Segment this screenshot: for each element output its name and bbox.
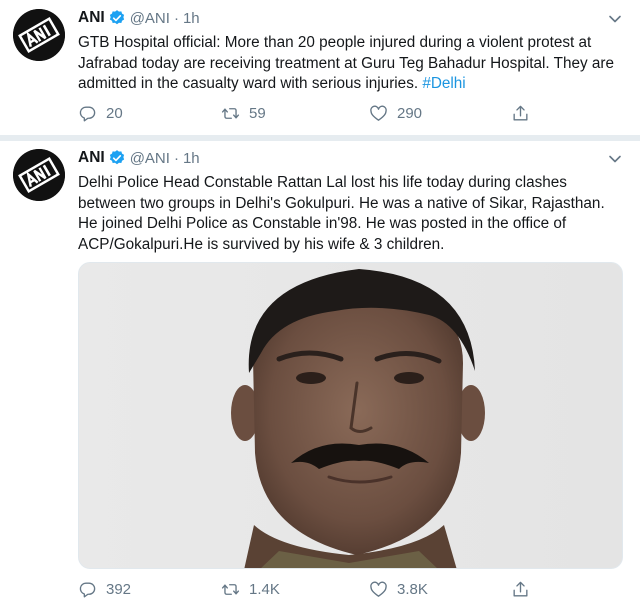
retweet-icon (221, 584, 240, 595)
separator-dot: · (173, 149, 179, 167)
avatar[interactable] (13, 9, 65, 61)
retweet-icon (221, 108, 240, 119)
like-button[interactable]: 290 (369, 104, 422, 123)
separator-dot: · (173, 9, 179, 27)
ani-logo-icon (13, 9, 65, 61)
tweet[interactable]: ANI @ANI · 1h GTB Hospital official: Mor… (0, 0, 640, 135)
verified-badge-icon (109, 150, 124, 165)
tweet-text: Delhi Police Head Constable Rattan Lal l… (78, 174, 605, 253)
chevron-down-icon[interactable] (608, 152, 622, 166)
chevron-down-icon[interactable] (608, 12, 622, 26)
retweet-button[interactable]: 1.4K (221, 580, 280, 599)
ani-logo-icon (13, 149, 65, 201)
share-icon (513, 581, 528, 597)
timestamp[interactable]: 1h (183, 10, 200, 27)
author-name[interactable]: ANI (78, 149, 105, 167)
heart-icon (370, 105, 387, 121)
author-handle[interactable]: @ANI (130, 150, 170, 167)
verified-badge-icon (109, 10, 124, 25)
like-button[interactable]: 3.8K (369, 580, 428, 599)
author-handle[interactable]: @ANI (130, 10, 170, 27)
like-count: 290 (397, 105, 423, 122)
tweet-photo[interactable] (78, 262, 623, 569)
reply-button[interactable]: 392 (78, 580, 131, 599)
tweet-text: GTB Hospital official: More than 20 peop… (78, 33, 626, 95)
like-count: 3.8K (397, 581, 428, 598)
reply-button[interactable]: 20 (78, 104, 123, 123)
author-name[interactable]: ANI (78, 9, 105, 27)
reply-icon (79, 582, 96, 598)
avatar[interactable] (13, 149, 65, 201)
tweet-header: ANI @ANI · 1h (78, 7, 200, 29)
reply-count: 20 (106, 105, 123, 122)
reply-icon (79, 106, 96, 122)
tweet-header: ANI @ANI · 1h (78, 147, 200, 169)
tweet-actions: 20 59 290 (78, 104, 538, 124)
reply-count: 392 (106, 581, 132, 598)
hashtag-link[interactable]: #Delhi (422, 75, 465, 92)
tweet[interactable]: ANI @ANI · 1h Delhi Police Head Constabl… (0, 141, 640, 613)
tweet-actions: 392 1.4K 3.8K (78, 580, 538, 600)
portrait-photo (79, 263, 622, 568)
share-icon (513, 105, 528, 121)
tweet-body: GTB Hospital official: More than 20 peop… (78, 34, 614, 92)
share-button[interactable] (511, 580, 539, 599)
retweet-count: 59 (249, 105, 266, 122)
retweet-count: 1.4K (249, 581, 280, 598)
retweet-button[interactable]: 59 (221, 104, 266, 123)
timestamp[interactable]: 1h (183, 150, 200, 167)
share-button[interactable] (511, 104, 539, 123)
heart-icon (370, 581, 387, 597)
